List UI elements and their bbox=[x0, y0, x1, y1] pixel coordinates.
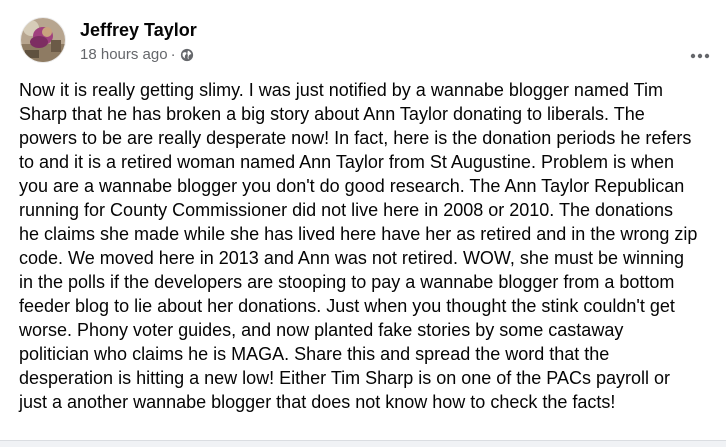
avatar-image bbox=[21, 18, 65, 62]
more-options-icon[interactable] bbox=[682, 38, 718, 74]
globe-icon bbox=[180, 48, 194, 62]
post-text: Now it is really getting slimy. I was ju… bbox=[19, 80, 698, 412]
meta-separator: · bbox=[170, 46, 176, 63]
post-timestamp[interactable]: 18 hours ago bbox=[80, 46, 168, 63]
post-header: Jeffrey Taylor 18 hours ago · bbox=[19, 16, 726, 64]
author-name[interactable]: Jeffrey Taylor bbox=[80, 20, 197, 41]
post-meta: 18 hours ago · bbox=[80, 46, 194, 63]
author-avatar[interactable] bbox=[21, 18, 65, 62]
post-card: Jeffrey Taylor 18 hours ago · Now it is … bbox=[0, 0, 726, 447]
